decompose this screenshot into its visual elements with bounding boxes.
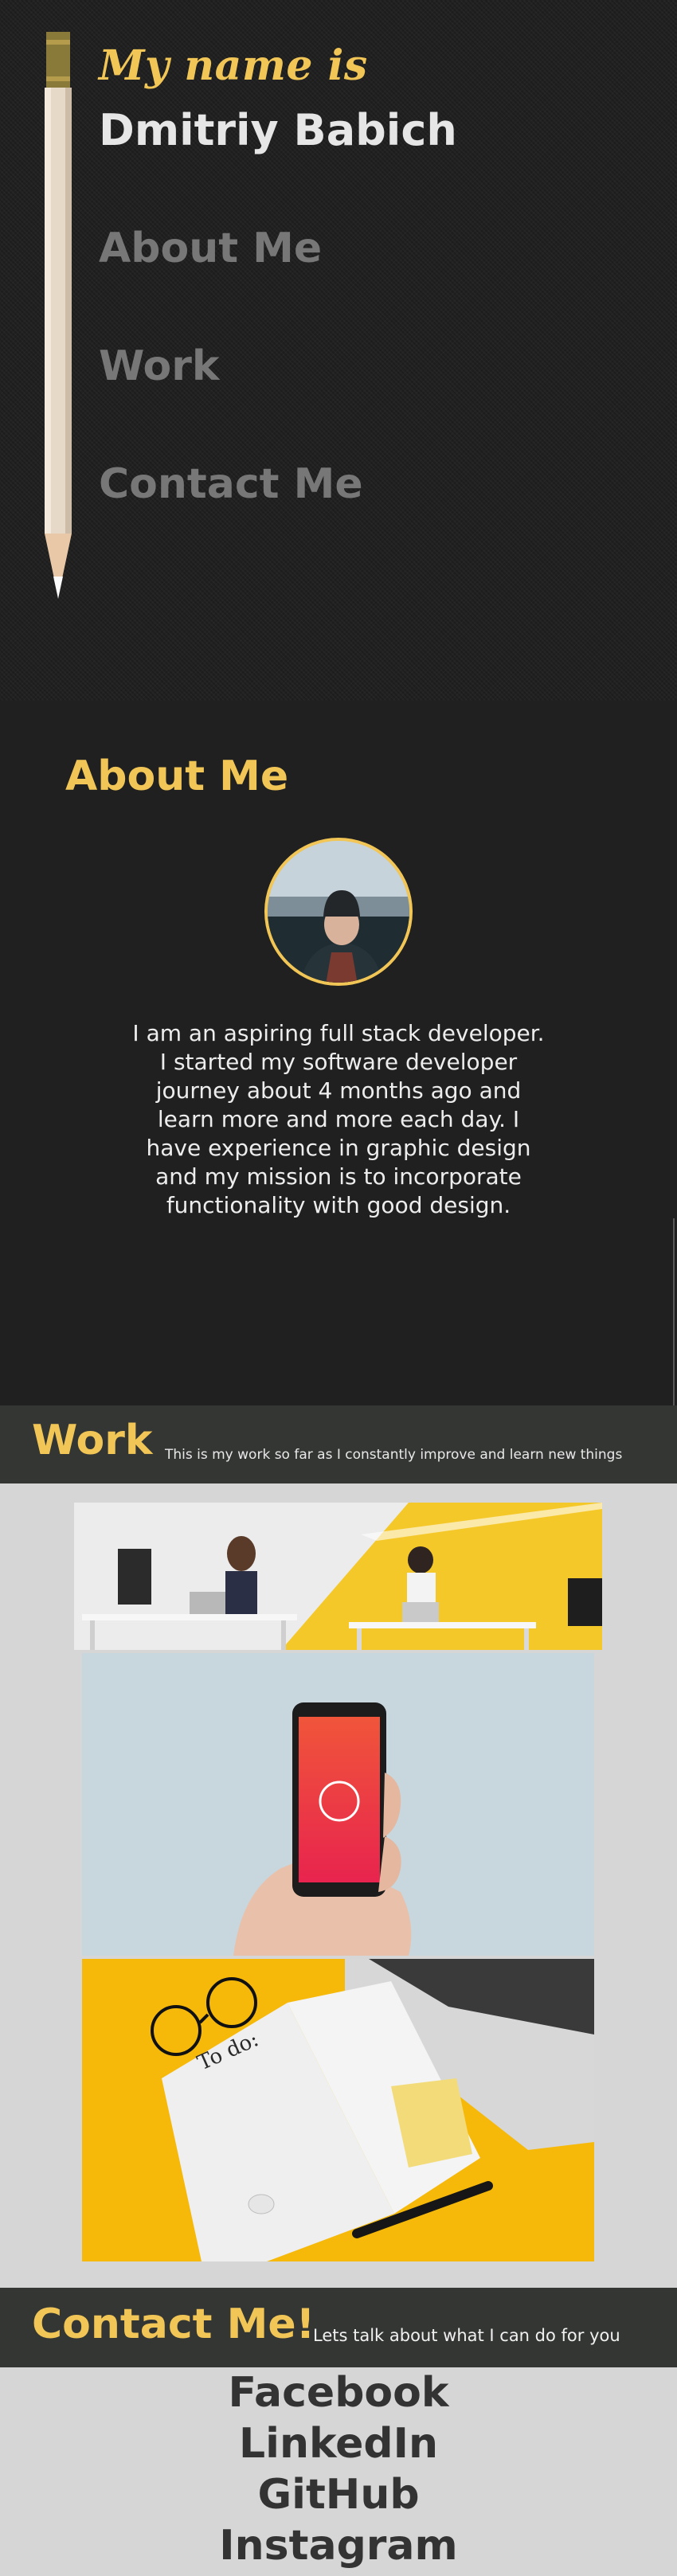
- contact-header: Contact Me! Lets talk about what I can d…: [0, 2288, 677, 2367]
- contact-title: Contact Me!: [32, 2300, 315, 2348]
- profile-photo-image: [268, 841, 409, 983]
- pencil-image: [45, 32, 72, 599]
- about-title: About Me: [65, 752, 289, 800]
- instagram-link[interactable]: Instagram: [0, 2522, 677, 2570]
- nav-link-about[interactable]: About Me: [99, 225, 322, 272]
- office-desks-image: [74, 1503, 602, 1650]
- project-card-phone[interactable]: [82, 1653, 594, 1956]
- linkedin-link[interactable]: LinkedIn: [0, 2420, 677, 2468]
- project-card-todo[interactable]: To do:: [82, 1959, 594, 2261]
- profile-avatar: [264, 838, 413, 986]
- hero-section: My name is Dmitriy Babich About Me Work …: [0, 0, 677, 701]
- contact-subtitle: Lets talk about what I can do for you: [313, 2326, 620, 2345]
- name-intro: My name is: [99, 41, 368, 90]
- about-section: About Me I am an aspiring full stack dev…: [0, 701, 677, 1405]
- work-gallery: To do:: [0, 1483, 677, 2288]
- nav-link-work[interactable]: Work: [99, 342, 219, 390]
- nav-link-contact[interactable]: Contact Me: [99, 460, 363, 508]
- work-header: Work This is my work so far as I constan…: [0, 1405, 677, 1483]
- github-link[interactable]: GitHub: [0, 2471, 677, 2519]
- project-card-office[interactable]: [74, 1503, 602, 1650]
- work-subtitle: This is my work so far as I constantly i…: [165, 1447, 623, 1463]
- work-title: Work: [32, 1417, 153, 1464]
- facebook-link[interactable]: Facebook: [0, 2369, 677, 2417]
- todo-notebook-image: To do:: [82, 1959, 594, 2261]
- full-name: Dmitriy Babich: [99, 105, 457, 155]
- phone-in-hand-image: [82, 1653, 594, 1956]
- about-description: I am an aspiring full stack developer. I…: [132, 1020, 545, 1218]
- contact-links: Facebook LinkedIn GitHub Instagram: [0, 2367, 677, 2576]
